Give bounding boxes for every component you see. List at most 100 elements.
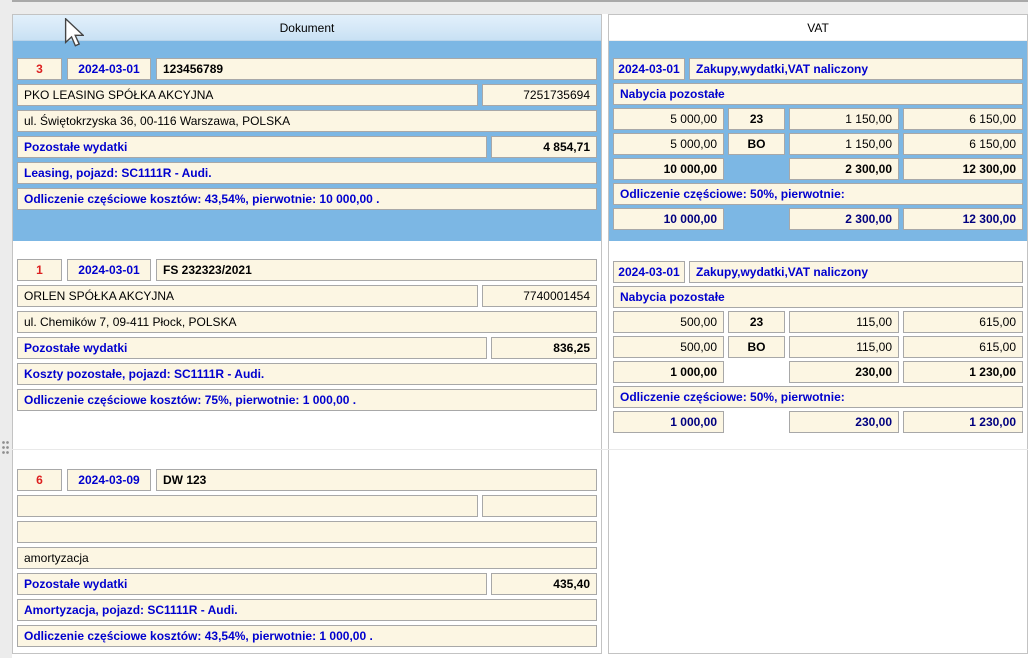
ledger-content: Dokument 3 2024-03-01 123456789 PKO LEAS… [12, 14, 1028, 654]
document-column-title: Dokument [280, 21, 335, 35]
record-header-row: 1 2024-03-01 FS 232323/2021 [17, 259, 597, 281]
vat-amount-cell[interactable]: 115,00 [789, 336, 899, 358]
vat-gross-cell[interactable]: 6 150,00 [903, 108, 1023, 130]
vat-total-net-cell[interactable]: 1 000,00 [613, 361, 724, 383]
vat-date-field[interactable]: 2024-03-01 [613, 58, 685, 80]
record-header-row: 6 2024-03-09 DW 123 [17, 469, 597, 491]
document-column: Dokument 3 2024-03-01 123456789 PKO LEAS… [12, 14, 602, 654]
contractor-nip-field[interactable] [482, 495, 597, 517]
contractor-address-field[interactable] [17, 521, 597, 543]
vat-rate-cell[interactable]: 23 [728, 108, 785, 130]
vat-original-gross-cell[interactable]: 1 230,00 [903, 411, 1023, 433]
vat-deduction-note-field[interactable]: Odliczenie częściowe: 50%, pierwotnie: [613, 386, 1023, 408]
vat-total-gross-cell[interactable]: 1 230,00 [903, 361, 1023, 383]
document-number-field[interactable]: FS 232323/2021 [156, 259, 597, 281]
deduction-note-field[interactable]: Odliczenie częściowe kosztów: 75%, pierw… [17, 389, 597, 411]
vat-register-field[interactable]: Zakupy,wydatki,VAT naliczony [689, 58, 1023, 80]
record-seq-field[interactable]: 3 [17, 58, 62, 80]
contractor-row [17, 495, 597, 517]
vat-column-title: VAT [807, 21, 829, 35]
vat-rate-cell[interactable]: BO [728, 133, 785, 155]
vat-section-field[interactable]: Nabycia pozostałe [613, 83, 1023, 105]
vat-total-amount-cell[interactable]: 2 300,00 [789, 158, 899, 180]
contractor-name-field[interactable]: PKO LEASING SPÓŁKA AKCYJNA [17, 84, 478, 106]
vat-total-amount-cell[interactable]: 230,00 [789, 361, 899, 383]
contractor-name-field[interactable] [17, 495, 478, 517]
vat-header-row: 2024-03-01 Zakupy,wydatki,VAT naliczony [613, 261, 1023, 283]
vat-net-cell[interactable]: 500,00 [613, 336, 724, 358]
vat-total-gross-cell[interactable]: 12 300,00 [903, 158, 1023, 180]
vat-original-net-cell[interactable]: 1 000,00 [613, 411, 724, 433]
vat-original-amount-cell[interactable]: 2 300,00 [789, 208, 899, 230]
record-description-field[interactable]: Koszty pozostałe, pojazd: SC1111R - Audi… [17, 363, 597, 385]
vat-amount-cell[interactable]: 1 150,00 [789, 108, 899, 130]
vat-rate-spacer [728, 411, 785, 433]
vat-original-row: 10 000,00 2 300,00 12 300,00 [613, 208, 1023, 230]
accounting-ledger-view: Dokument 3 2024-03-01 123456789 PKO LEAS… [0, 0, 1028, 658]
expense-category-field[interactable]: Pozostałe wydatki [17, 573, 487, 595]
expense-amount-field[interactable]: 4 854,71 [491, 136, 597, 158]
contractor-nip-field[interactable]: 7740001454 [482, 285, 597, 307]
record-seq-field[interactable]: 1 [17, 259, 62, 281]
vat-amount-cell[interactable]: 1 150,00 [789, 133, 899, 155]
record-description-field[interactable]: Leasing, pojazd: SC1111R - Audi. [17, 162, 597, 184]
expense-amount-field[interactable]: 836,25 [491, 337, 597, 359]
contractor-name-field[interactable]: ORLEN SPÓŁKA AKCYJNA [17, 285, 478, 307]
record-date-field[interactable]: 2024-03-01 [67, 259, 151, 281]
vat-register-field[interactable]: Zakupy,wydatki,VAT naliczony [689, 261, 1023, 283]
document-number-field[interactable]: DW 123 [156, 469, 597, 491]
description-row: Amortyzacja, pojazd: SC1111R - Audi. [17, 599, 597, 621]
expense-category-field[interactable]: Pozostałe wydatki [17, 337, 487, 359]
document-number-field[interactable]: 123456789 [156, 58, 597, 80]
vat-original-amount-cell[interactable]: 230,00 [789, 411, 899, 433]
vat-amount-cell[interactable]: 115,00 [789, 311, 899, 333]
contractor-address-field[interactable]: ul. Świętokrzyska 36, 00-116 Warszawa, P… [17, 110, 597, 132]
contractor-nip-field[interactable]: 7251735694 [482, 84, 597, 106]
contractor-address-field[interactable]: ul. Chemików 7, 09-411 Płock, POLSKA [17, 311, 597, 333]
vat-total-net-cell[interactable]: 10 000,00 [613, 158, 724, 180]
document-record-1[interactable]: 3 2024-03-01 123456789 PKO LEASING SPÓŁK… [13, 41, 601, 241]
vat-net-cell[interactable]: 500,00 [613, 311, 724, 333]
vat-rate-cell[interactable]: 23 [728, 311, 785, 333]
vat-section-field[interactable]: Nabycia pozostałe [613, 286, 1023, 308]
address-row: ul. Chemików 7, 09-411 Płock, POLSKA [17, 311, 597, 333]
left-margin [0, 0, 12, 658]
record-seq-field[interactable]: 6 [17, 469, 62, 491]
vat-rate-cell[interactable]: BO [728, 336, 785, 358]
vat-section-row: Nabycia pozostałe [613, 83, 1023, 105]
vat-net-cell[interactable]: 5 000,00 [613, 108, 724, 130]
vat-original-net-cell[interactable]: 10 000,00 [613, 208, 724, 230]
vat-date-field[interactable]: 2024-03-01 [613, 261, 685, 283]
note-row: amortyzacja [17, 547, 597, 569]
record-date-field[interactable]: 2024-03-09 [67, 469, 151, 491]
deduction-note-field[interactable]: Odliczenie częściowe kosztów: 43,54%, pi… [17, 625, 597, 647]
vat-deduction-note-field[interactable]: Odliczenie częściowe: 50%, pierwotnie: [613, 183, 1023, 205]
record-description-field[interactable]: Amortyzacja, pojazd: SC1111R - Audi. [17, 599, 597, 621]
vat-value-row: 500,00 BO 115,00 615,00 [613, 336, 1023, 358]
note-field[interactable]: amortyzacja [17, 547, 597, 569]
vat-totals-row: 1 000,00 230,00 1 230,00 [613, 361, 1023, 383]
vat-entry-1[interactable]: 2024-03-01 Zakupy,wydatki,VAT naliczony … [609, 41, 1027, 241]
deduction-note-field[interactable]: Odliczenie częściowe kosztów: 43,54%, pi… [17, 188, 597, 210]
vat-column: VAT 2024-03-01 Zakupy,wydatki,VAT nalicz… [608, 14, 1028, 654]
record-date-field[interactable]: 2024-03-01 [67, 58, 151, 80]
contractor-row: PKO LEASING SPÓŁKA AKCYJNA 7251735694 [17, 84, 597, 106]
vat-original-gross-cell[interactable]: 12 300,00 [903, 208, 1023, 230]
contractor-row: ORLEN SPÓŁKA AKCYJNA 7740001454 [17, 285, 597, 307]
vat-entry-2[interactable]: 2024-03-01 Zakupy,wydatki,VAT naliczony … [609, 261, 1027, 433]
vat-gross-cell[interactable]: 615,00 [903, 336, 1023, 358]
address-row [17, 521, 597, 543]
document-record-2[interactable]: 1 2024-03-01 FS 232323/2021 ORLEN SPÓŁKA… [13, 259, 601, 411]
expense-amount-field[interactable]: 435,40 [491, 573, 597, 595]
vat-rate-spacer [728, 158, 785, 180]
vat-gross-cell[interactable]: 6 150,00 [903, 133, 1023, 155]
expense-category-field[interactable]: Pozostałe wydatki [17, 136, 487, 158]
document-column-header: Dokument [13, 15, 601, 41]
vat-deduction-row: Odliczenie częściowe: 50%, pierwotnie: [613, 183, 1023, 205]
splitter-grip-icon[interactable] [2, 441, 10, 455]
expense-row: Pozostałe wydatki 4 854,71 [17, 136, 597, 158]
vat-gross-cell[interactable]: 615,00 [903, 311, 1023, 333]
vat-net-cell[interactable]: 5 000,00 [613, 133, 724, 155]
expense-row: Pozostałe wydatki 836,25 [17, 337, 597, 359]
document-record-3[interactable]: 6 2024-03-09 DW 123 amortyzacja Pozostał… [13, 469, 601, 647]
